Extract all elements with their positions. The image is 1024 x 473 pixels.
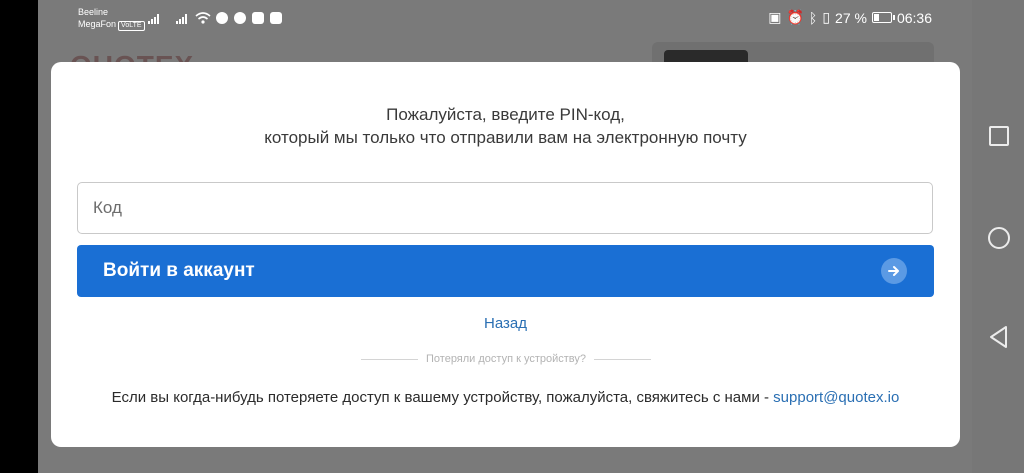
divider-line (361, 358, 418, 360)
carrier-1: Beeline (78, 7, 109, 17)
notification-icon (252, 12, 264, 24)
alarm-icon: ⏰ (786, 9, 804, 25)
status-right-group: ▣ ⏰ ᛒ ▯ 27 % 06:36 (768, 9, 932, 26)
clock: 06:36 (896, 9, 932, 26)
lost-access-divider: Потеряли доступ к устройству? (361, 352, 652, 366)
title-line-1: Пожалуйста, введите PIN-код, (386, 105, 625, 124)
carrier-info: Beeline MegaFon VoLTE (78, 6, 145, 31)
signal-icon (176, 12, 187, 24)
arrow-right-icon (881, 258, 907, 284)
pin-code-modal: Пожалуйста, введите PIN-код, который мы … (51, 62, 960, 447)
divider-line (594, 358, 652, 360)
carrier-2: MegaFon (78, 19, 117, 29)
back-link-text[interactable]: Назад (484, 315, 527, 332)
bluetooth-icon: ᛒ (808, 9, 818, 26)
home-icon[interactable] (988, 227, 1010, 249)
battery-percent: 27 % (835, 9, 867, 26)
notification-icon (234, 12, 246, 24)
modal-title: Пожалуйста, введите PIN-код, который мы … (51, 103, 960, 149)
vibrate-icon: ▯ (822, 9, 831, 25)
vk-icon (270, 12, 282, 24)
title-line-2: который мы только что отправили вам на э… (264, 128, 747, 147)
battery-icon (871, 12, 895, 23)
login-button[interactable]: Войти в аккаунт (77, 245, 934, 297)
support-email-link[interactable]: support@quotex.io (773, 389, 899, 406)
notification-icon (216, 12, 228, 24)
recent-apps-icon[interactable] (989, 126, 1009, 146)
left-black-edge (0, 0, 38, 473)
back-icon[interactable] (988, 325, 1010, 349)
back-link[interactable]: Назад (51, 315, 960, 332)
support-message-text: Если вы когда-нибудь потеряете доступ к … (111, 389, 769, 406)
login-button-label: Войти в аккаунт (103, 260, 255, 281)
status-bar: Beeline MegaFon VoLTE ▣ ⏰ ᛒ ▯ 27 % 06:36 (38, 0, 972, 38)
pin-code-input[interactable] (77, 182, 933, 234)
wifi-icon (195, 12, 211, 24)
signal-icon (148, 12, 159, 24)
support-message: Если вы когда-нибудь потеряете доступ к … (51, 389, 960, 406)
nfc-icon: ▣ (768, 9, 782, 25)
volte-badge: VoLTE (118, 21, 145, 31)
lost-access-text: Потеряли доступ к устройству? (426, 353, 587, 365)
